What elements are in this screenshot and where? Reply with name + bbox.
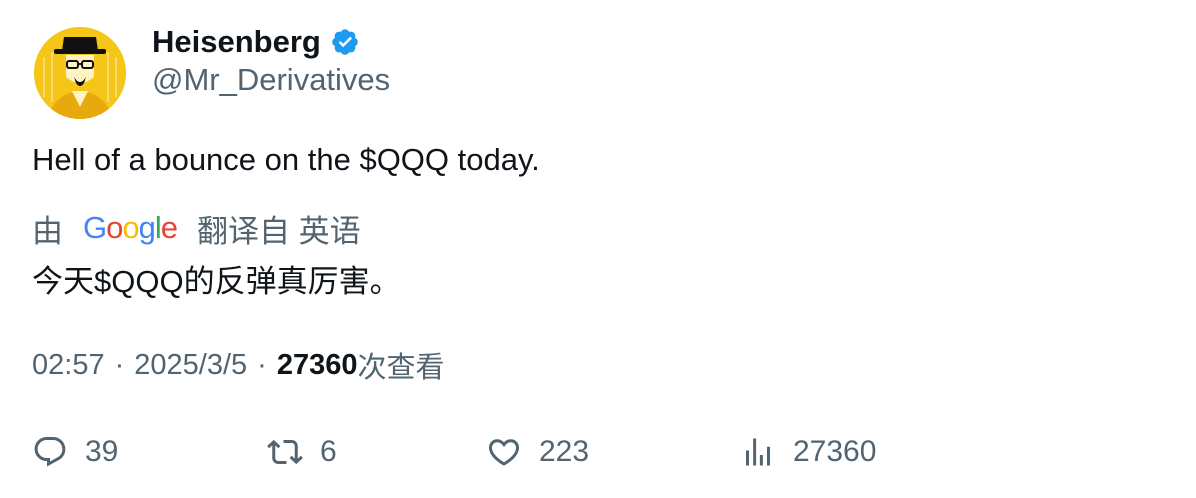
retweet-icon xyxy=(267,439,303,465)
heart-icon xyxy=(488,439,520,466)
like-button[interactable]: 223 xyxy=(486,430,589,474)
reply-count: 39 xyxy=(85,435,119,468)
heisenberg-avatar-icon xyxy=(34,27,126,119)
retweet-button[interactable]: 6 xyxy=(267,430,337,474)
reply-icon xyxy=(34,437,66,467)
tweet-date[interactable]: 2025/3/5 xyxy=(134,349,247,382)
translation-suffix[interactable]: 翻译自 英语 xyxy=(197,206,361,251)
author-name-row[interactable]: Heisenberg xyxy=(152,22,360,62)
tweet-meta: 02:57 · 2025/3/5 · 27360 次查看 xyxy=(32,344,444,386)
tweet-text: Hell of a bounce on the $QQQ today. xyxy=(32,142,540,177)
translation-prefix: 由 xyxy=(32,213,63,249)
translation-attribution: 由 Google 翻译自 英语 xyxy=(32,206,361,250)
author-handle[interactable]: @Mr_Derivatives xyxy=(152,62,390,98)
reply-button[interactable]: 39 xyxy=(32,430,118,474)
views-label: 次查看 xyxy=(357,352,445,384)
avatar[interactable] xyxy=(34,27,126,119)
like-count: 223 xyxy=(539,435,590,468)
tweet-time[interactable]: 02:57 xyxy=(32,349,105,382)
google-logo-icon: Google xyxy=(83,210,178,245)
retweet-count: 6 xyxy=(320,435,337,468)
analytics-bar-icon xyxy=(746,438,770,466)
verified-badge-icon xyxy=(332,29,358,55)
views-button[interactable]: 27360 xyxy=(740,430,876,474)
meta-separator: · xyxy=(114,348,125,381)
translated-text: 今天$QQQ的反弹真厉害。 xyxy=(32,264,401,299)
meta-separator: · xyxy=(257,348,267,381)
views-action-count: 27360 xyxy=(793,435,877,468)
display-name[interactable]: Heisenberg xyxy=(152,24,321,60)
views-count: 27360 xyxy=(276,348,358,381)
